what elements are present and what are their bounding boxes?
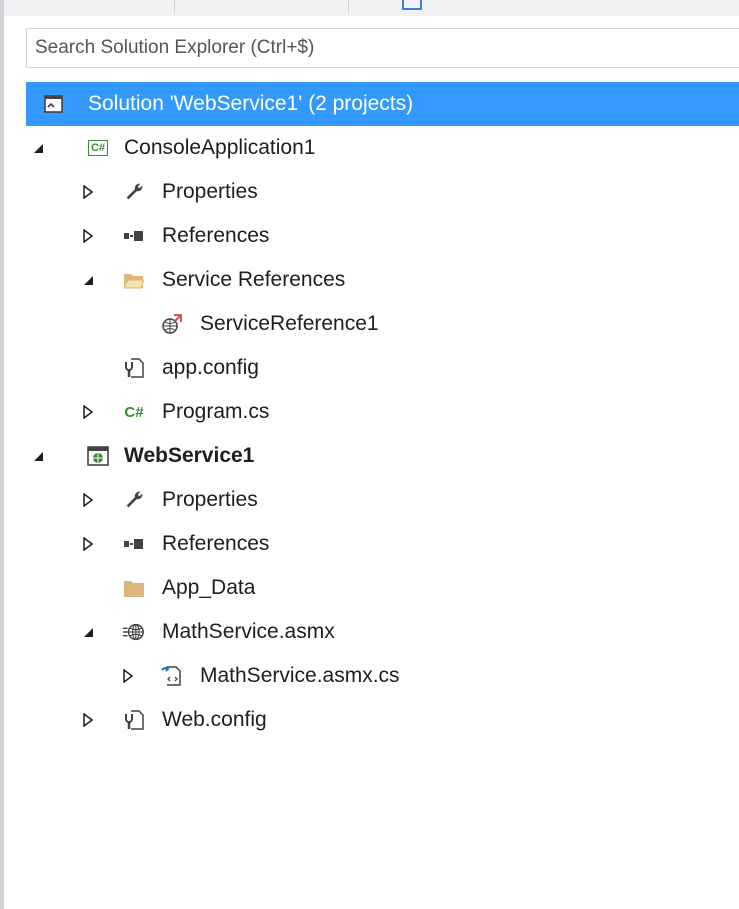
panel-left-border — [0, 0, 4, 909]
tree-item[interactable]: C# ConsoleApplication1 — [26, 126, 739, 170]
expanded-arrow-icon[interactable] — [81, 273, 95, 287]
solution-tree: Solution 'WebService1' (2 projects) C# Con… — [26, 82, 739, 742]
tree-item-label: Service References — [162, 268, 346, 291]
config-file-icon — [122, 708, 146, 732]
tree-item-label: Web.config — [162, 708, 267, 731]
tree-item[interactable]: ServiceReference1 — [26, 302, 739, 346]
tree-item-label: Properties — [162, 180, 258, 203]
collapsed-arrow-icon[interactable] — [81, 713, 95, 727]
toolbar-separator — [348, 0, 349, 14]
toolbar-separator — [174, 0, 175, 14]
search-input[interactable] — [27, 29, 739, 67]
expanded-arrow-icon[interactable] — [81, 625, 95, 639]
tree-item[interactable]: Properties — [26, 170, 739, 214]
service-reference-icon — [160, 312, 184, 336]
toolbar-strip — [4, 0, 739, 16]
tree-item[interactable]: Web.config — [26, 698, 739, 742]
references-icon — [122, 224, 146, 248]
references-icon — [122, 532, 146, 556]
tree-item-label: Program.cs — [162, 400, 270, 423]
expanded-arrow-icon[interactable] — [31, 141, 45, 155]
collapsed-arrow-icon[interactable] — [81, 229, 95, 243]
collapsed-arrow-icon[interactable] — [81, 537, 95, 551]
collapsed-arrow-icon[interactable] — [121, 669, 135, 683]
solution-icon — [42, 92, 66, 116]
tree-item-label: Solution 'WebService1' (2 projects) — [88, 92, 414, 115]
tree-item-label: References — [162, 224, 270, 247]
tree-item-label: References — [162, 532, 270, 555]
tree-item[interactable]: References — [26, 522, 739, 566]
tree-item[interactable]: WebService1 — [26, 434, 739, 478]
collapsed-arrow-icon[interactable] — [81, 405, 95, 419]
web-project-icon — [86, 444, 110, 468]
tree-item-label: MathService.asmx.cs — [200, 664, 400, 687]
tree-item-label: Properties — [162, 488, 258, 511]
config-file-icon — [122, 356, 146, 380]
tree-item[interactable]: MathService.asmx — [26, 610, 739, 654]
tree-item-label: WebService1 — [124, 444, 255, 467]
tree-item[interactable]: Service References — [26, 258, 739, 302]
collapsed-arrow-icon[interactable] — [81, 493, 95, 507]
tree-item[interactable]: app.config — [26, 346, 739, 390]
open-folder-icon — [122, 268, 146, 292]
csharp-project-icon: C# — [86, 136, 110, 160]
search-box — [26, 28, 739, 68]
code-file-icon — [160, 664, 184, 688]
expanded-arrow-icon[interactable] — [31, 449, 45, 463]
tree-item[interactable]: Solution 'WebService1' (2 projects) — [26, 82, 739, 126]
wrench-icon — [122, 488, 146, 512]
tree-item[interactable]: App_Data — [26, 566, 739, 610]
collapsed-arrow-icon[interactable] — [81, 185, 95, 199]
tree-item-label: ServiceReference1 — [200, 312, 379, 335]
web-service-icon — [122, 620, 146, 644]
tree-item-label: App_Data — [162, 576, 256, 599]
tree-item-label: MathService.asmx — [162, 620, 335, 643]
toolbar-button[interactable] — [402, 0, 422, 10]
tree-item[interactable]: Properties — [26, 478, 739, 522]
tree-item[interactable]: References — [26, 214, 739, 258]
csharp-file-icon: C# — [124, 403, 144, 421]
tree-item-label: ConsoleApplication1 — [124, 136, 316, 159]
tree-item[interactable]: MathService.asmx.cs — [26, 654, 739, 698]
folder-icon — [122, 576, 146, 600]
tree-item[interactable]: C# Program.cs — [26, 390, 739, 434]
wrench-icon — [122, 180, 146, 204]
tree-item-label: app.config — [162, 356, 259, 379]
